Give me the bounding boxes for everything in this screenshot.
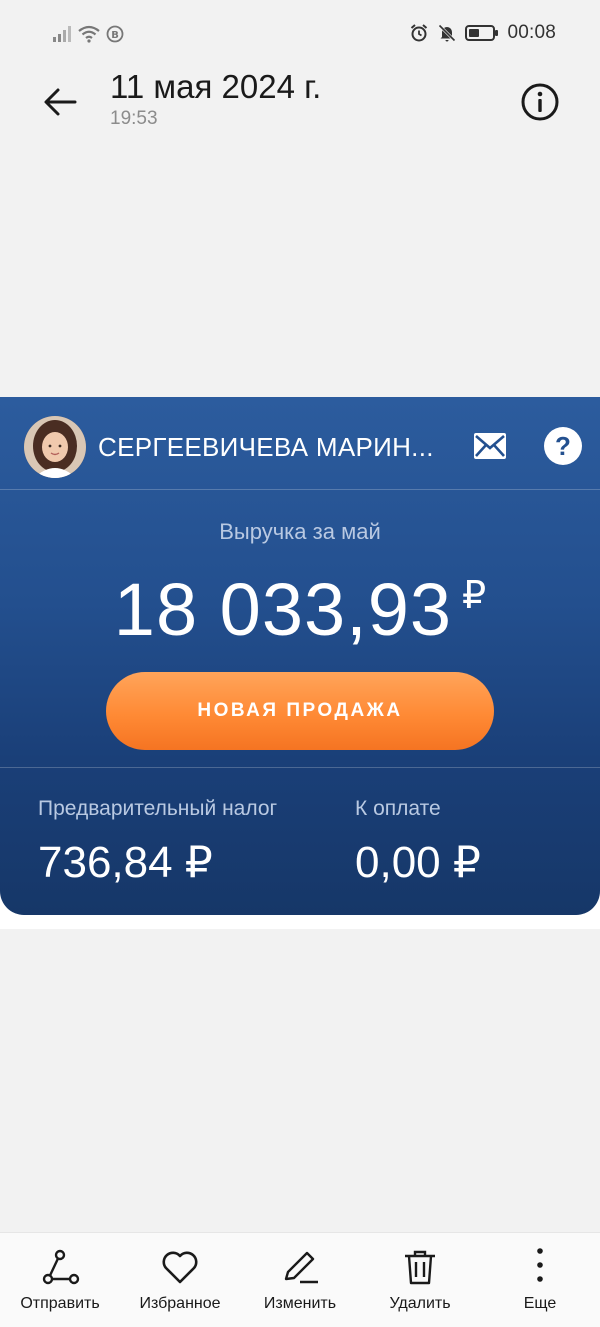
status-left-icons: B bbox=[52, 25, 124, 43]
svg-text:B: B bbox=[111, 30, 119, 41]
edit-button[interactable]: Изменить bbox=[240, 1233, 360, 1327]
bell-muted-icon bbox=[438, 24, 457, 42]
more-label: Еще bbox=[523, 1295, 557, 1312]
question-icon: ? bbox=[555, 431, 571, 461]
bottom-action-bar: Отправить Избранное Изменить Удалить Еще bbox=[0, 1232, 600, 1327]
pay-label: К оплате bbox=[355, 797, 441, 820]
tax-label: Предварительный налог bbox=[38, 797, 278, 820]
revenue-card: СЕРГЕЕВИЧЕВА МАРИН... ? Выручка за май 1… bbox=[0, 397, 600, 915]
revenue-currency: ₽ bbox=[462, 575, 487, 617]
header: 11 мая 2024 г. 19:53 bbox=[0, 60, 600, 150]
revenue-label: Выручка за май bbox=[219, 519, 381, 544]
pay-value: 0,00 ₽ bbox=[355, 838, 481, 887]
alarm-icon bbox=[411, 24, 428, 42]
avatar-photo-icon bbox=[24, 416, 86, 478]
delete-button[interactable]: Удалить bbox=[360, 1233, 480, 1327]
card-header: СЕРГЕЕВИЧЕВА МАРИН... ? bbox=[0, 397, 600, 490]
edit-label: Изменить bbox=[263, 1295, 337, 1312]
info-button[interactable] bbox=[518, 80, 562, 124]
page-subtitle-time: 19:53 bbox=[110, 108, 158, 129]
share-button[interactable]: Отправить bbox=[0, 1233, 120, 1327]
more-vertical-icon bbox=[537, 1248, 543, 1282]
user-name: СЕРГЕЕВИЧЕВА МАРИН... bbox=[98, 432, 434, 462]
more-button[interactable]: Еще bbox=[480, 1233, 600, 1327]
envelope-icon bbox=[474, 433, 506, 459]
new-sale-button[interactable]: НОВАЯ ПРОДАЖА bbox=[106, 672, 494, 750]
signal-icon bbox=[53, 26, 71, 42]
status-time: 00:08 bbox=[507, 22, 556, 43]
screenshot-image: СЕРГЕЕВИЧЕВА МАРИН... ? Выручка за май 1… bbox=[0, 397, 600, 929]
mail-button[interactable] bbox=[474, 433, 506, 459]
share-label: Отправить bbox=[20, 1295, 100, 1312]
share-icon bbox=[42, 1249, 80, 1285]
pencil-icon bbox=[284, 1251, 318, 1284]
battery-icon bbox=[465, 25, 499, 41]
favorite-label: Избранное bbox=[139, 1295, 221, 1312]
revenue-amount: 18 033,93 ₽ bbox=[0, 567, 600, 652]
revenue-value: 18 033,93 bbox=[113, 568, 453, 651]
wifi-icon bbox=[78, 25, 100, 43]
favorite-button[interactable]: Избранное bbox=[120, 1233, 240, 1327]
back-button[interactable] bbox=[40, 82, 80, 122]
help-button[interactable]: ? bbox=[544, 427, 582, 465]
info-icon bbox=[521, 83, 559, 121]
vpn-b-icon: B bbox=[106, 25, 124, 43]
tax-value: 736,84 ₽ bbox=[38, 838, 213, 887]
status-right-icons: 00:08 bbox=[409, 22, 556, 44]
heart-icon bbox=[162, 1251, 198, 1284]
delete-label: Удалить bbox=[389, 1295, 451, 1312]
avatar[interactable] bbox=[24, 416, 86, 478]
back-arrow-icon bbox=[44, 88, 77, 116]
page-title: 11 мая 2024 г. bbox=[110, 68, 322, 105]
divider bbox=[0, 767, 600, 768]
trash-icon bbox=[405, 1250, 435, 1285]
